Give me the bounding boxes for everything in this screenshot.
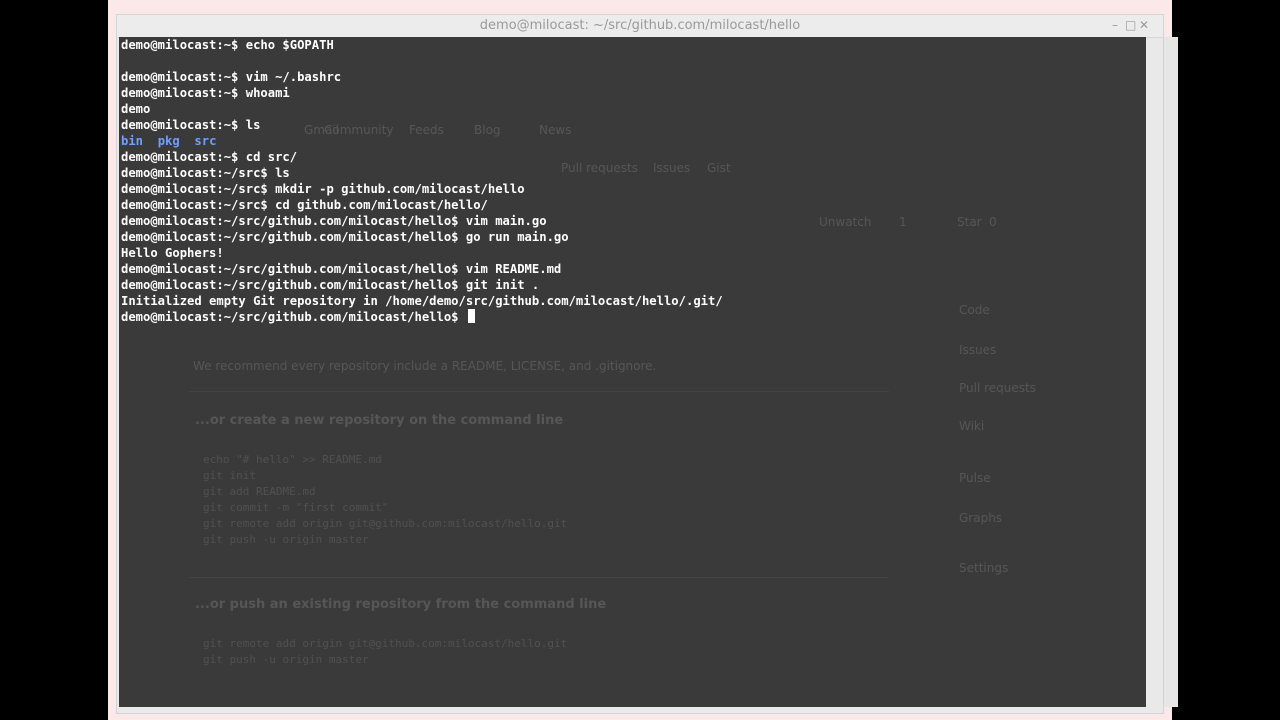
create-cmd-3: git add README.md: [203, 485, 316, 498]
create-cmd-4: git commit -m "first commit": [203, 501, 389, 514]
star-label: Star: [957, 215, 982, 229]
window-title: demo@milocast: ~/src/github.com/milocast…: [479, 18, 801, 33]
divider: [189, 391, 889, 392]
terminal-line: demo@milocast:~$ whoami: [121, 86, 290, 100]
terminal-line: demo@milocast:~$ echo $GOPATH: [121, 38, 334, 52]
sidebar-issues: Issues: [959, 343, 997, 357]
terminal-line: demo@milocast:~/src/github.com/milocast/…: [121, 262, 562, 276]
divider: [189, 577, 889, 578]
create-cmd-6: git push -u origin master: [203, 533, 369, 546]
maximize-button[interactable]: □: [1125, 18, 1139, 32]
create-cmd-2: git init: [203, 469, 256, 482]
window-titlebar[interactable]: demo@milocast: ~/src/github.com/milocast…: [117, 15, 1163, 38]
ls-output-line: bin pkg src: [121, 133, 723, 149]
letterbox-right: [1172, 0, 1280, 720]
star-count: 0: [989, 215, 997, 229]
terminal-output: demo@milocast:~$ echo $GOPATH demo@miloc…: [121, 37, 723, 325]
terminal-line: demo@milocast:~$ vim ~/.bashrc: [121, 70, 342, 84]
push-cmd-1: git remote add origin git@github.com:mil…: [203, 637, 568, 650]
sidebar-pull-requests: Pull requests: [959, 381, 1036, 395]
create-heading: ...or create a new repository on the com…: [195, 413, 564, 428]
terminal-line: demo: [121, 102, 151, 116]
recommend-text: We recommend every repository include a …: [193, 359, 657, 373]
create-cmd-5: git remote add origin git@github.com:mil…: [203, 517, 568, 530]
letterbox-left: [0, 0, 108, 720]
sidebar-pulse: Pulse: [959, 471, 991, 485]
sidebar-wiki: Wiki: [959, 419, 985, 433]
sidebar-settings: Settings: [959, 561, 1009, 575]
current-prompt: demo@milocast:~/src/github.com/milocast/…: [121, 310, 466, 324]
terminal-line: demo@milocast:~/src$ ls: [121, 166, 290, 180]
terminal-line: Initialized empty Git repository in /hom…: [121, 294, 723, 308]
dir-pkg: pkg: [157, 134, 180, 148]
unwatch-label: Unwatch: [819, 215, 872, 229]
terminal-line: demo@milocast:~$ cd src/: [121, 150, 298, 164]
prompt-line[interactable]: demo@milocast:~/src/github.com/milocast/…: [121, 309, 723, 325]
push-cmd-2: git push -u origin master: [203, 653, 369, 666]
terminal-line: Hello Gophers!: [121, 246, 224, 260]
minimize-button[interactable]: –: [1111, 18, 1125, 32]
create-cmd-1: echo "# hello" >> README.md: [203, 453, 382, 466]
terminal-line: demo@milocast:~$ ls: [121, 118, 261, 132]
terminal-area[interactable]: Gmail Community Feeds Blog News Pull req…: [119, 37, 1146, 707]
sidebar-graphs: Graphs: [959, 511, 1003, 525]
dir-src: src: [194, 134, 217, 148]
terminal-scrollbar[interactable]: [1164, 37, 1178, 707]
window-controls: –□✕: [1111, 18, 1153, 32]
sidebar-code: Code: [959, 303, 990, 317]
terminal-line: demo@milocast:~/src/github.com/milocast/…: [121, 230, 569, 244]
push-heading: ...or push an existing repository from t…: [195, 597, 607, 612]
terminal-line: demo@milocast:~/src/github.com/milocast/…: [121, 278, 540, 292]
text-cursor: [467, 309, 475, 323]
terminal-line: demo@milocast:~/src$ cd github.com/miloc…: [121, 198, 488, 212]
terminal-window: demo@milocast: ~/src/github.com/milocast…: [116, 14, 1178, 714]
terminal-line: demo@milocast:~/src/github.com/milocast/…: [121, 214, 547, 228]
dir-bin: bin: [121, 134, 144, 148]
terminal-line: demo@milocast:~/src$ mkdir -p github.com…: [121, 182, 525, 196]
close-button[interactable]: ✕: [1139, 18, 1153, 32]
watch-count: 1: [899, 215, 907, 229]
